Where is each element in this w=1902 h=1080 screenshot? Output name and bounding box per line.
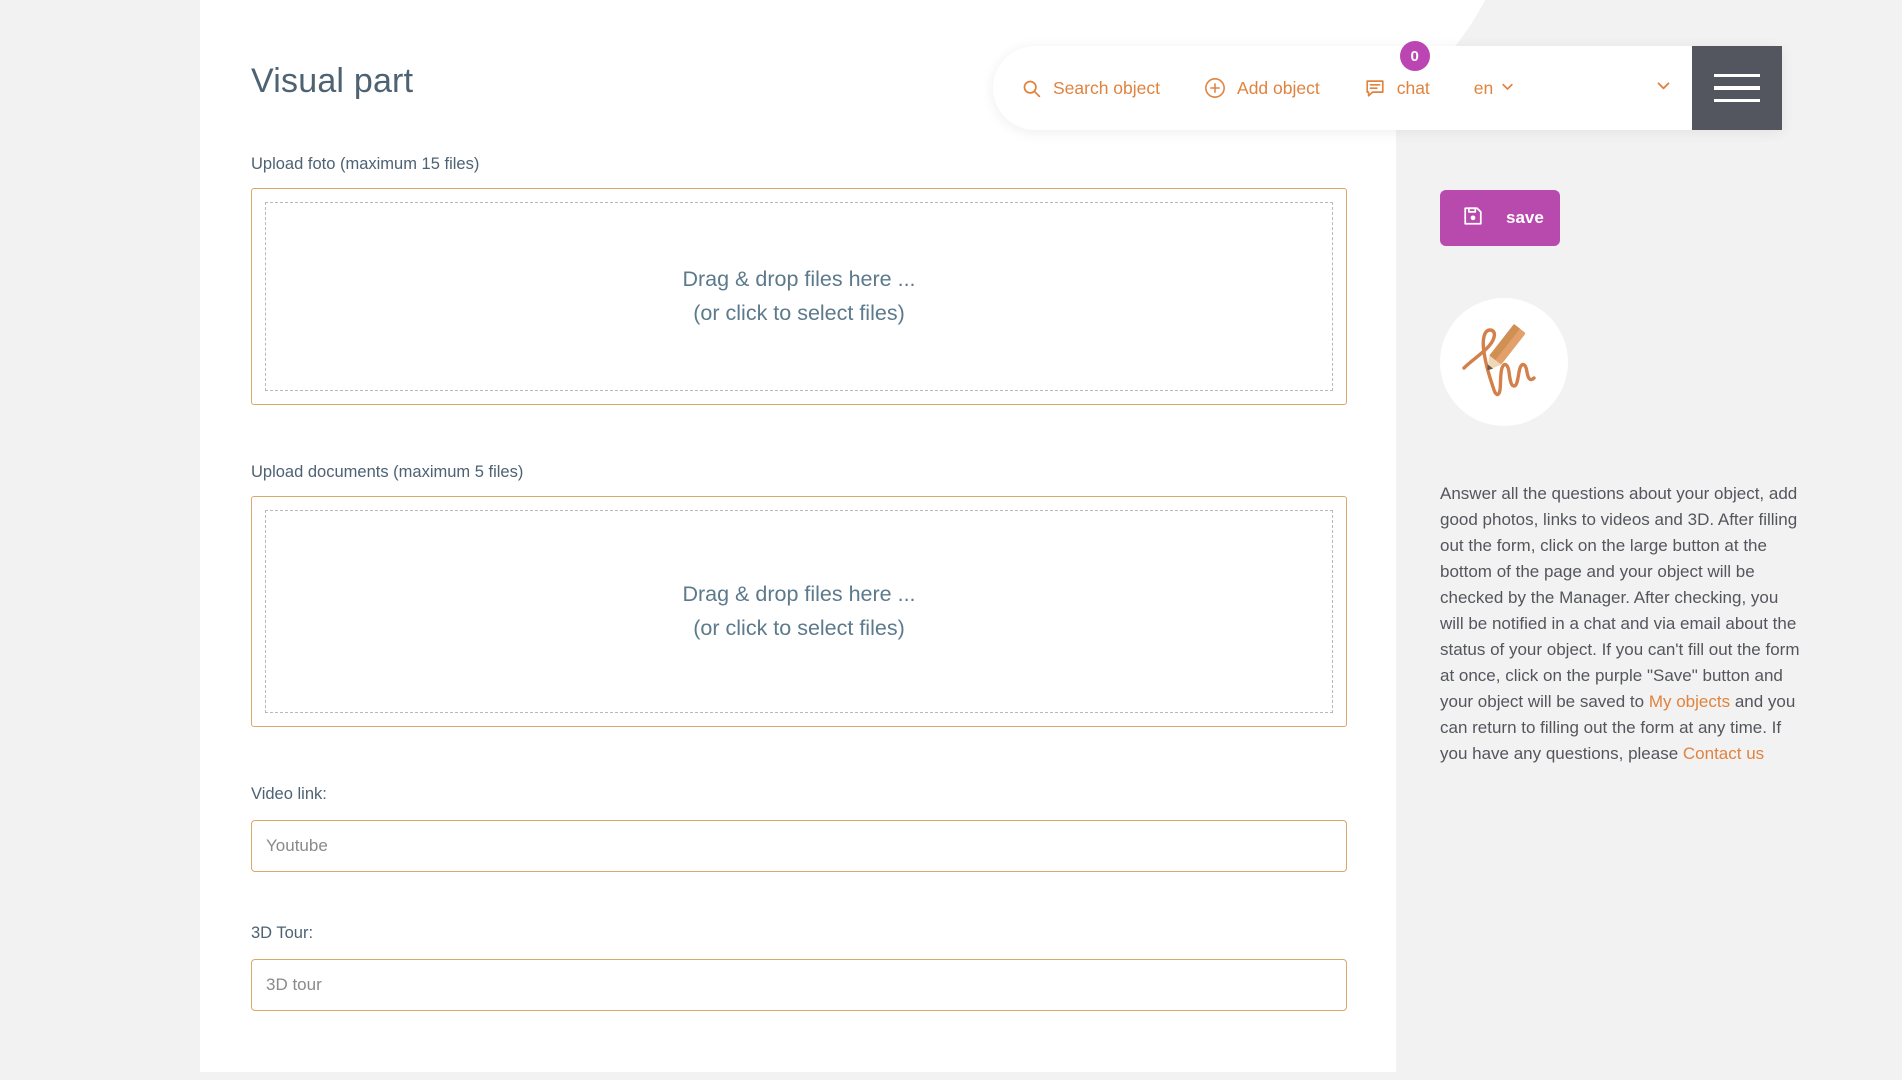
visual-part-form: Upload foto (maximum 15 files) Drag & dr… (251, 155, 1347, 1063)
chat-unread-badge: 0 (1400, 41, 1430, 71)
nav-item-label: Add object (1237, 78, 1320, 99)
chevron-down-icon (1500, 78, 1515, 99)
tour-3d-label: 3D Tour: (251, 924, 1347, 943)
right-sidebar: save Answer all the questions about your… (1440, 190, 1810, 767)
signature-pencil-icon (1440, 298, 1568, 426)
save-button[interactable]: save (1440, 190, 1560, 246)
contact-us-link[interactable]: Contact us (1683, 744, 1764, 763)
tour-3d-input[interactable] (251, 959, 1347, 1011)
upload-photos-label: Upload foto (maximum 15 files) (251, 155, 1347, 174)
dropzone-secondary-text: (or click to select files) (693, 612, 904, 645)
plus-circle-icon (1204, 77, 1226, 99)
tour-3d-block: 3D Tour: (251, 924, 1347, 1011)
video-link-label: Video link: (251, 785, 1347, 804)
save-button-label: save (1506, 208, 1544, 228)
upload-documents-dropzone[interactable]: Drag & drop files here ... (or click to … (251, 496, 1347, 727)
page-title: Visual part (251, 62, 413, 101)
upload-photos-block: Upload foto (maximum 15 files) Drag & dr… (251, 155, 1347, 405)
dropzone-primary-text: Drag & drop files here ... (682, 578, 915, 611)
nav-item-search-object[interactable]: Search object (1021, 78, 1160, 99)
upload-documents-label: Upload documents (maximum 5 files) (251, 463, 1347, 482)
dropzone-primary-text: Drag & drop files here ... (682, 263, 915, 296)
upload-photos-dropzone-inner[interactable]: Drag & drop files here ... (or click to … (265, 202, 1333, 391)
search-icon (1021, 78, 1042, 99)
help-text: Answer all the questions about your obje… (1440, 481, 1804, 767)
video-link-block: Video link: (251, 785, 1347, 872)
hamburger-icon[interactable] (1692, 46, 1782, 130)
chat-icon (1364, 77, 1386, 99)
video-link-input[interactable] (251, 820, 1347, 872)
user-menu-chevron-down-icon[interactable] (1655, 77, 1672, 99)
floppy-disk-icon (1462, 205, 1484, 232)
nav-item-label: Search object (1053, 78, 1160, 99)
dropzone-secondary-text: (or click to select files) (693, 297, 904, 330)
nav-item-label: chat (1397, 78, 1430, 99)
upload-documents-dropzone-inner[interactable]: Drag & drop files here ... (or click to … (265, 510, 1333, 713)
nav-item-chat[interactable]: chat 0 (1364, 77, 1430, 99)
nav-item-add-object[interactable]: Add object (1204, 77, 1320, 99)
top-header-bar: Search object Add object chat 0 en (993, 46, 1782, 130)
my-objects-link[interactable]: My objects (1649, 692, 1730, 711)
upload-photos-dropzone[interactable]: Drag & drop files here ... (or click to … (251, 188, 1347, 405)
upload-documents-block: Upload documents (maximum 5 files) Drag … (251, 463, 1347, 727)
help-text-part-1: Answer all the questions about your obje… (1440, 484, 1799, 711)
language-value: en (1474, 78, 1493, 99)
language-selector[interactable]: en (1474, 78, 1515, 99)
header-nav-group: Search object Add object chat 0 en (993, 46, 1655, 130)
